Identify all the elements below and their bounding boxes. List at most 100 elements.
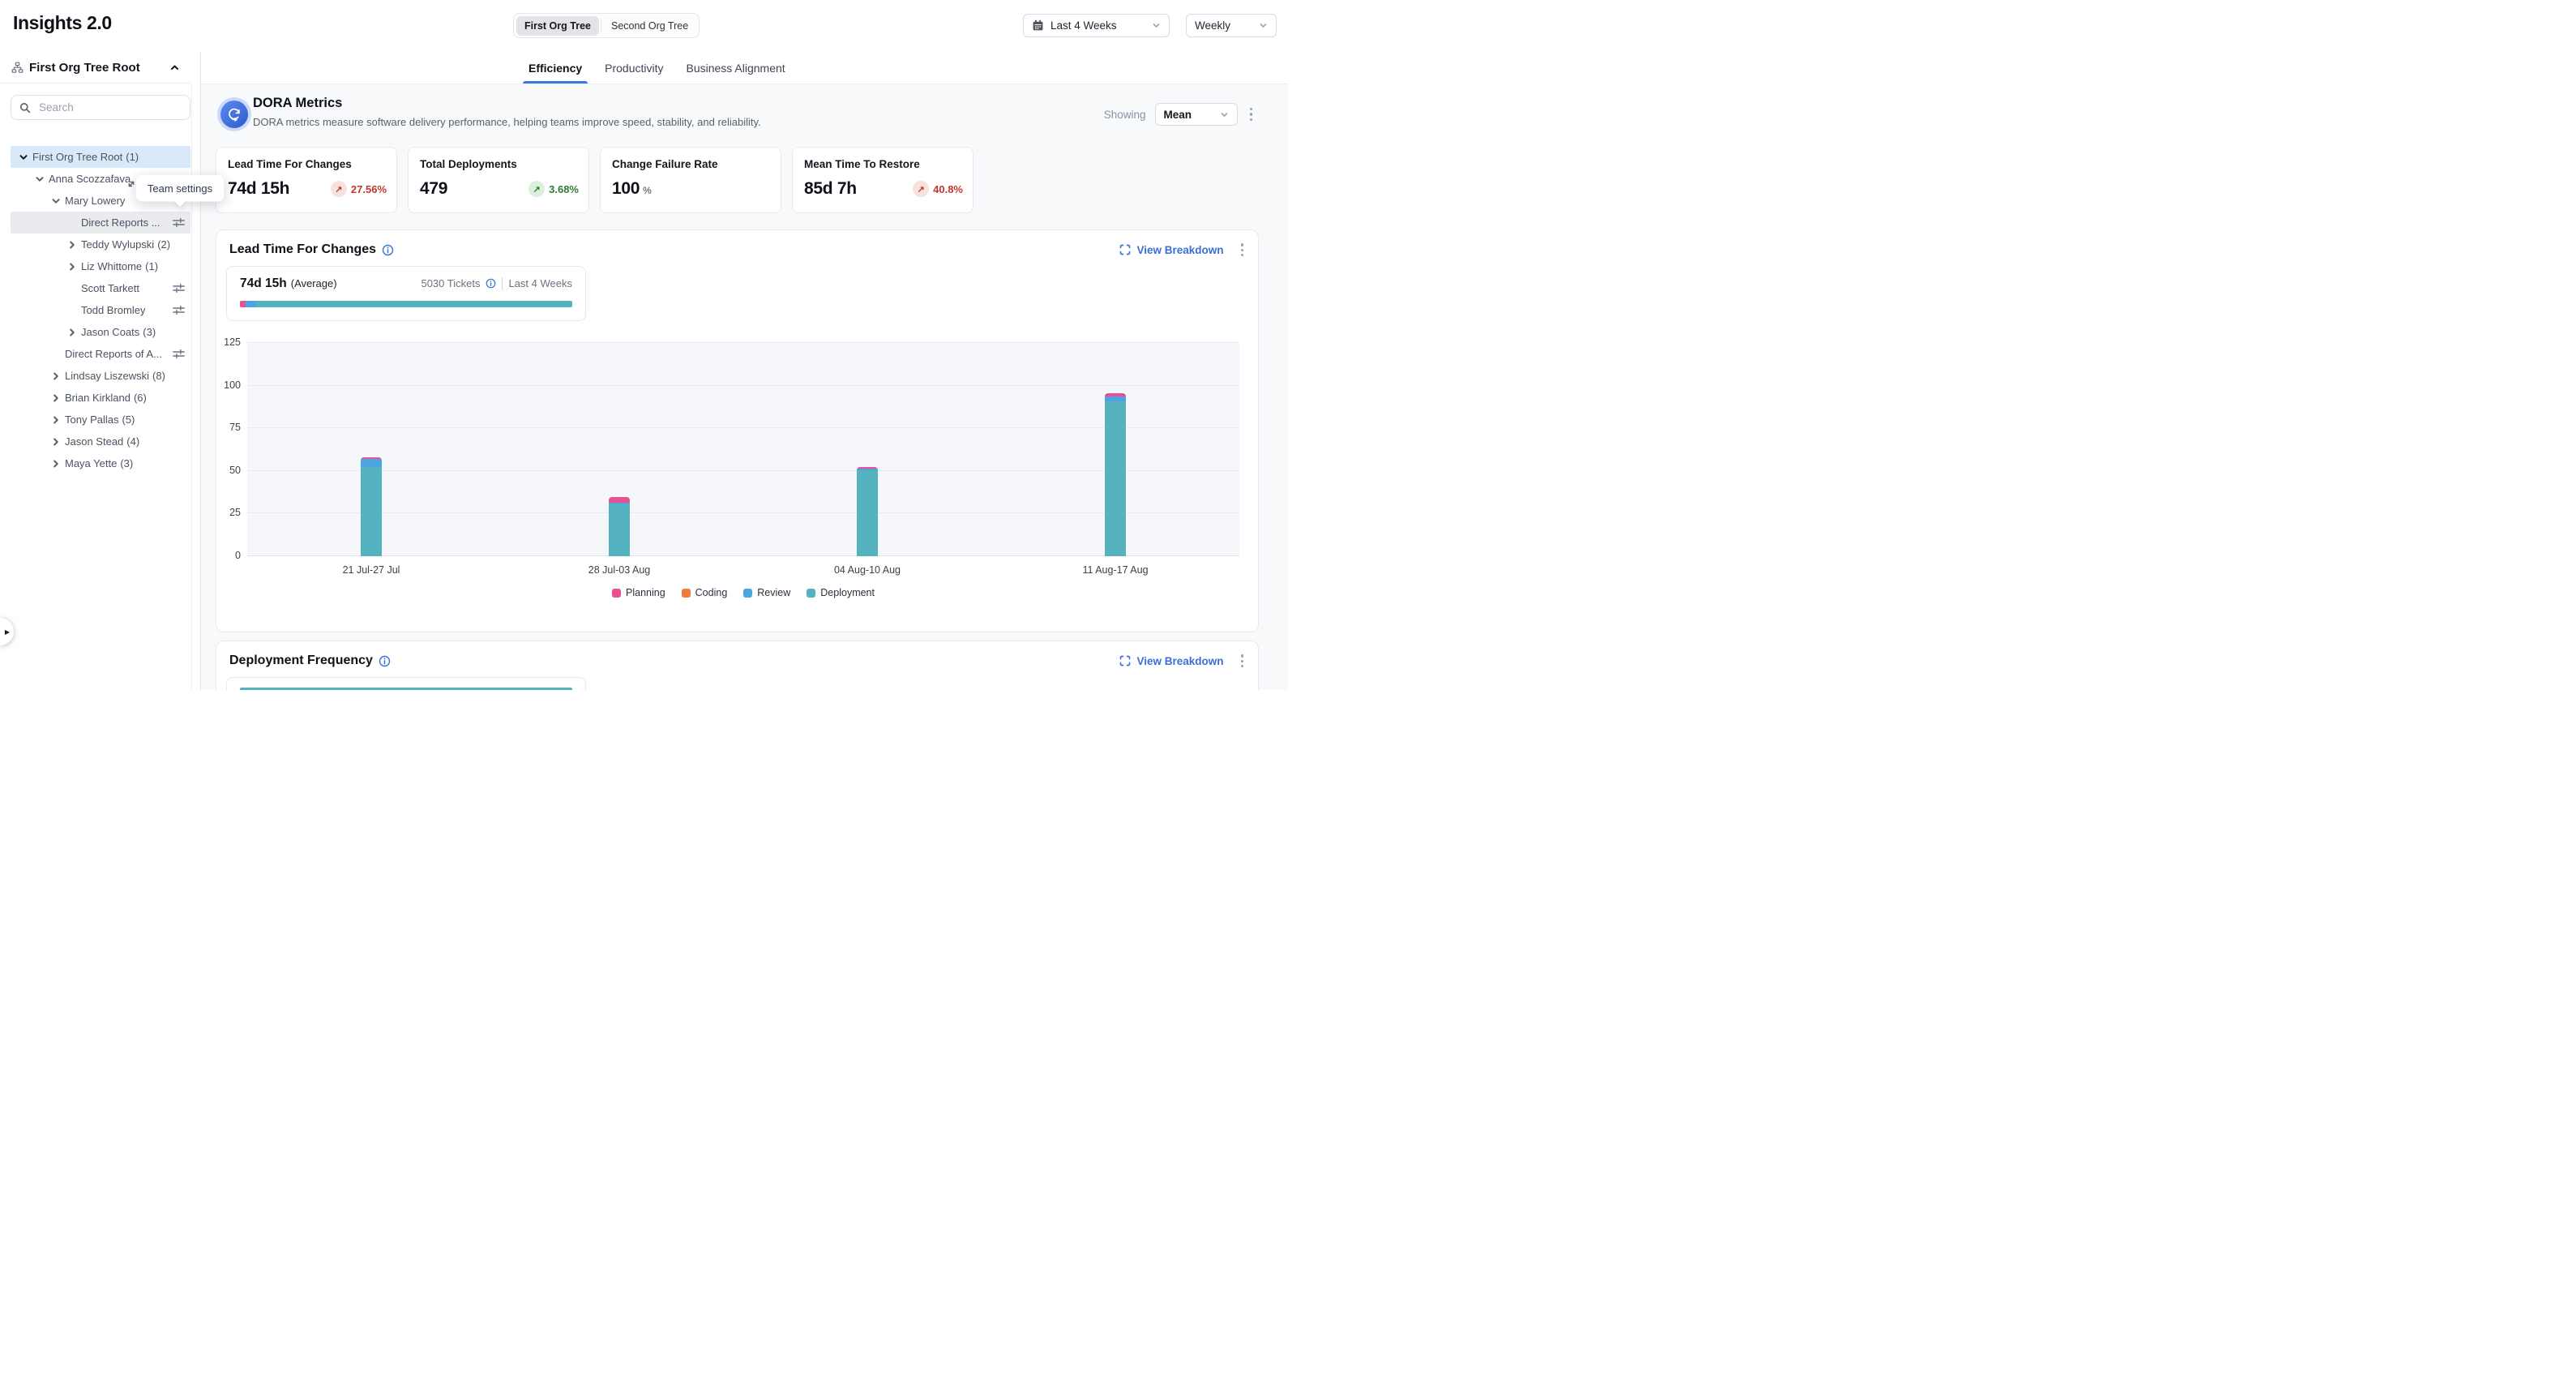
bar-segment-deployment: [361, 467, 382, 556]
trend-badge: ↗3.68%: [528, 181, 579, 197]
info-icon[interactable]: [382, 244, 394, 256]
lead-time-progress-bar: [240, 301, 572, 307]
tab-efficiency[interactable]: Efficiency: [528, 52, 582, 84]
legend-swatch: [682, 589, 691, 598]
toggle-first-org-tree[interactable]: First Org Tree: [516, 16, 599, 36]
tab-productivity[interactable]: Productivity: [605, 52, 663, 84]
stacked-bar-28-jul-03-aug[interactable]: [609, 497, 630, 556]
search-input[interactable]: [37, 101, 182, 114]
tree-item-direct-reports[interactable]: Direct Reports ...: [11, 212, 190, 234]
tree-item-maya-yette[interactable]: Maya Yette(3): [11, 452, 190, 474]
date-range-select[interactable]: Last 4 Weeks: [1023, 14, 1170, 37]
tab-business-alignment[interactable]: Business Alignment: [687, 52, 785, 84]
tree-item-label: Brian Kirkland: [65, 392, 131, 404]
y-axis-tick-label: 75: [216, 422, 241, 433]
summary-period: Last 4 Weeks: [508, 277, 572, 289]
insights-app: Insights 2.0 First Org Tree Second Org T…: [0, 0, 1288, 690]
sidebar-header: First Org Tree Root: [0, 52, 191, 84]
chart-plot-area: [247, 343, 1239, 556]
tree-item-brian-kirkland[interactable]: Brian Kirkland(6): [11, 387, 190, 409]
main-content: Efficiency Productivity Business Alignme…: [201, 52, 1288, 690]
app-title: Insights 2.0: [13, 12, 112, 34]
granularity-select[interactable]: Weekly: [1186, 14, 1277, 37]
chevron-down-icon[interactable]: [51, 196, 65, 206]
team-settings-icon[interactable]: [173, 217, 185, 228]
tree-item-first-org-tree-root[interactable]: First Org Tree Root(1): [11, 146, 190, 168]
date-range-value: Last 4 Weeks: [1051, 19, 1145, 32]
showing-label: Showing: [1104, 109, 1146, 121]
tree-item-label: Lindsay Liszewski: [65, 370, 149, 382]
info-icon[interactable]: [486, 278, 496, 289]
trend-delta: 27.56%: [351, 183, 387, 195]
chevron-down-icon[interactable]: [35, 174, 49, 184]
tree-item-label: Direct Reports of A...: [65, 348, 162, 360]
tree-item-count: (1): [145, 260, 158, 272]
chevron-right-icon[interactable]: [51, 459, 65, 469]
deployment-frequency-menu-kebab-icon[interactable]: [1238, 652, 1247, 671]
tree-item-tony-pallas[interactable]: Tony Pallas (5): [11, 409, 190, 431]
view-breakdown-button[interactable]: View Breakdown: [1119, 655, 1223, 667]
org-chart-icon: [11, 62, 24, 74]
bar-segment-review: [361, 459, 382, 467]
stacked-bar-21-jul-27-jul[interactable]: [361, 457, 382, 556]
metric-card-value: 100: [612, 179, 640, 199]
dora-menu-kebab-icon[interactable]: [1247, 105, 1256, 124]
tree-item-jason-stead[interactable]: Jason Stead(4): [11, 431, 190, 452]
metric-card-title: Change Failure Rate: [612, 158, 769, 170]
y-axis-tick-label: 25: [216, 507, 241, 518]
progress-segment-deployment: [256, 301, 572, 307]
stacked-bar-11-aug-17-aug[interactable]: [1105, 393, 1126, 556]
tree-item-label: Tony Pallas: [65, 414, 118, 426]
aggregation-value: Mean: [1164, 109, 1213, 121]
toggle-second-org-tree[interactable]: Second Org Tree: [603, 16, 696, 36]
info-icon[interactable]: [379, 655, 391, 667]
lead-time-panel: Lead Time For Changes View Breakdown 74d…: [216, 229, 1259, 632]
team-settings-icon[interactable]: [173, 349, 185, 359]
tree-item-teddy-wylupski[interactable]: Teddy Wylupski(2): [11, 234, 190, 255]
calendar-icon: [1032, 19, 1044, 32]
expand-corners-icon: [1119, 655, 1131, 666]
tree-item-direct-reports-of-a[interactable]: Direct Reports of A...: [11, 343, 190, 365]
chevron-right-icon[interactable]: [67, 328, 81, 337]
chevron-right-icon[interactable]: [67, 240, 81, 250]
trend-badge: ↗40.8%: [913, 181, 963, 197]
trend-up-arrow-icon: ↗: [913, 181, 929, 197]
tree-item-label: Liz Whittome: [81, 260, 142, 272]
stacked-bar-04-aug-10-aug[interactable]: [857, 467, 878, 556]
legend-item-review[interactable]: Review: [743, 587, 790, 598]
tree-item-scott-tarkett[interactable]: Scott Tarkett: [11, 277, 190, 299]
tree-item-jason-coats[interactable]: Jason Coats(3): [11, 321, 190, 343]
tree-item-lindsay-liszewski[interactable]: Lindsay Liszewski(8): [11, 365, 190, 387]
bar-segment-deployment: [1105, 401, 1126, 556]
aggregation-select[interactable]: Mean: [1155, 103, 1238, 126]
bar-segment-planning: [609, 497, 630, 503]
tree-item-todd-bromley[interactable]: Todd Bromley: [11, 299, 190, 321]
granularity-value: Weekly: [1195, 19, 1252, 32]
chevron-right-icon[interactable]: [51, 393, 65, 403]
legend-item-deployment[interactable]: Deployment: [807, 587, 875, 598]
sidebar-title: First Org Tree Root: [29, 61, 140, 75]
tree-item-liz-whittome[interactable]: Liz Whittome(1): [11, 255, 190, 277]
lead-time-menu-kebab-icon[interactable]: [1238, 241, 1247, 259]
chevron-down-icon: [1259, 21, 1268, 30]
tree-item-count: (3): [143, 326, 156, 338]
summary-tickets: 5030 Tickets: [421, 277, 480, 289]
view-breakdown-button[interactable]: View Breakdown: [1119, 244, 1223, 256]
chevron-right-icon[interactable]: [51, 371, 65, 381]
legend-swatch: [743, 589, 752, 598]
team-settings-icon[interactable]: [173, 283, 185, 294]
metric-card-title: Lead Time For Changes: [228, 158, 385, 170]
y-axis-tick-label: 50: [216, 465, 241, 476]
legend-item-planning[interactable]: Planning: [612, 587, 665, 598]
chevron-right-icon[interactable]: [51, 415, 65, 425]
legend-item-coding[interactable]: Coding: [682, 587, 728, 598]
metric-card-value: 74d 15h: [228, 179, 289, 199]
chevron-down-icon[interactable]: [19, 152, 32, 162]
team-settings-icon[interactable]: [173, 305, 185, 315]
chevron-up-icon[interactable]: [169, 62, 180, 73]
x-axis-tick-label: 28 Jul-03 Aug: [588, 564, 650, 576]
tree-item-count: (8): [152, 370, 165, 382]
chevron-right-icon[interactable]: [51, 437, 65, 447]
tree-item-count: (5): [122, 414, 135, 426]
chevron-right-icon[interactable]: [67, 262, 81, 272]
